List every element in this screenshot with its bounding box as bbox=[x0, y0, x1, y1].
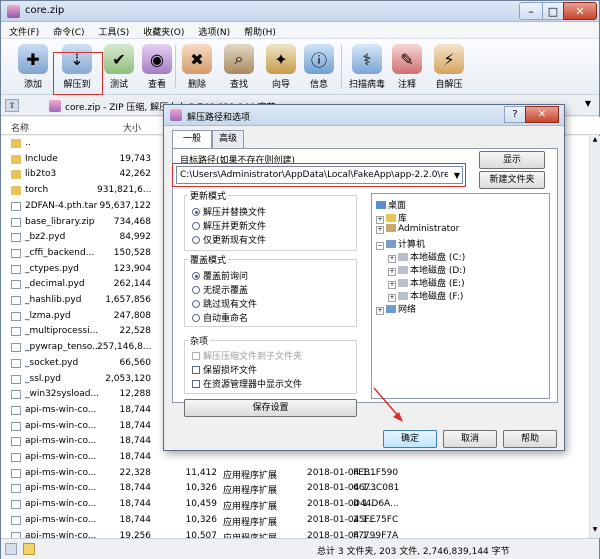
arrow-line bbox=[373, 387, 401, 419]
annotation-arrow bbox=[373, 387, 403, 422]
arrow-head bbox=[393, 412, 403, 422]
